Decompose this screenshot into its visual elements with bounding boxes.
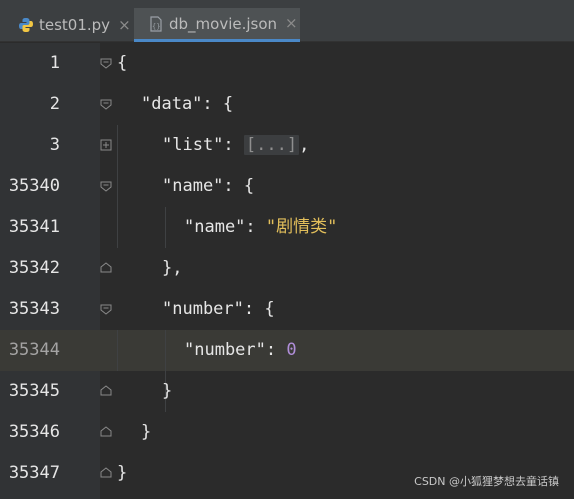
- code-line[interactable]: 35345 }: [0, 371, 574, 412]
- number-value: 0: [286, 340, 297, 360]
- string-value: "剧情类": [265, 217, 338, 237]
- tab-filename: db_movie.json: [169, 14, 278, 33]
- code-text: }: [117, 463, 128, 483]
- tab-filename: test01.py: [39, 16, 111, 34]
- line-number: 2: [49, 94, 60, 114]
- colon: :: [243, 299, 265, 319]
- collapsed-region[interactable]: [...]: [243, 135, 300, 155]
- watermark: CSDN @小狐狸梦想去童话镇: [414, 475, 559, 488]
- line-number: 3: [49, 135, 60, 155]
- code-line-current[interactable]: 35344 "number": 0: [0, 330, 574, 371]
- json-key: "data": [141, 94, 203, 114]
- code-line[interactable]: 35346 }: [0, 412, 574, 453]
- colon: :: [245, 217, 266, 237]
- python-file-icon: [18, 17, 34, 33]
- close-tab-icon[interactable]: ×: [118, 17, 131, 33]
- json-key: "name": [184, 217, 246, 237]
- colon: :: [223, 176, 244, 196]
- code-line[interactable]: 35343 "number": {: [0, 289, 574, 330]
- line-number: 35344: [8, 340, 60, 360]
- editor-tab-bar: test01.py × {} db_movie.json ×: [0, 0, 574, 42]
- fold-end-icon[interactable]: [100, 262, 112, 274]
- brace: {: [264, 299, 275, 319]
- fold-open-icon[interactable]: [100, 303, 112, 315]
- code-text: }: [141, 422, 152, 442]
- code-line[interactable]: 35342 },: [0, 248, 574, 289]
- svg-text:{}: {}: [152, 22, 160, 30]
- fold-open-icon[interactable]: [100, 57, 112, 69]
- brace: {: [222, 94, 234, 114]
- code-line[interactable]: 2 "data": {: [0, 84, 574, 125]
- line-number: 35345: [8, 381, 60, 401]
- line-number: 35343: [8, 299, 60, 319]
- code-text: }: [162, 381, 173, 401]
- line-number: 35342: [8, 258, 60, 278]
- fold-end-icon[interactable]: [100, 467, 112, 479]
- fold-end-icon[interactable]: [100, 426, 112, 438]
- tab-db-movie-json[interactable]: {} db_movie.json ×: [134, 8, 300, 42]
- colon: :: [265, 340, 287, 360]
- line-number: 35346: [8, 422, 60, 442]
- json-key: "list": [162, 135, 224, 155]
- fold-open-icon[interactable]: [100, 180, 112, 192]
- json-key: "number": [184, 340, 266, 360]
- line-number: 35341: [8, 217, 60, 237]
- code-text: },: [162, 258, 183, 278]
- line-number: 35340: [8, 176, 60, 196]
- colon: :: [223, 135, 244, 155]
- code-line[interactable]: 35340 "name": {: [0, 166, 574, 207]
- fold-collapsed-icon[interactable]: [100, 139, 112, 151]
- tab-test01-py[interactable]: test01.py ×: [0, 8, 133, 42]
- brace: {: [243, 176, 255, 196]
- code-line[interactable]: 3 "list": [...],: [0, 125, 574, 166]
- json-key: "name": [162, 176, 224, 196]
- code-text: {: [117, 53, 128, 73]
- json-file-icon: {}: [148, 15, 164, 32]
- code-line[interactable]: 35341 "name": "剧情类": [0, 207, 574, 248]
- code-line[interactable]: 1 {: [0, 43, 574, 84]
- comma: ,: [299, 135, 310, 155]
- line-number: 35347: [8, 463, 60, 483]
- line-number: 1: [49, 53, 60, 73]
- fold-end-icon[interactable]: [100, 385, 112, 397]
- json-key: "number": [162, 299, 244, 319]
- code-editor[interactable]: 1 { 2 "data": { 3 "list": [...], 35340 "…: [0, 43, 574, 499]
- colon: :: [202, 94, 223, 114]
- close-tab-icon[interactable]: ×: [285, 16, 298, 31]
- fold-open-icon[interactable]: [100, 98, 112, 110]
